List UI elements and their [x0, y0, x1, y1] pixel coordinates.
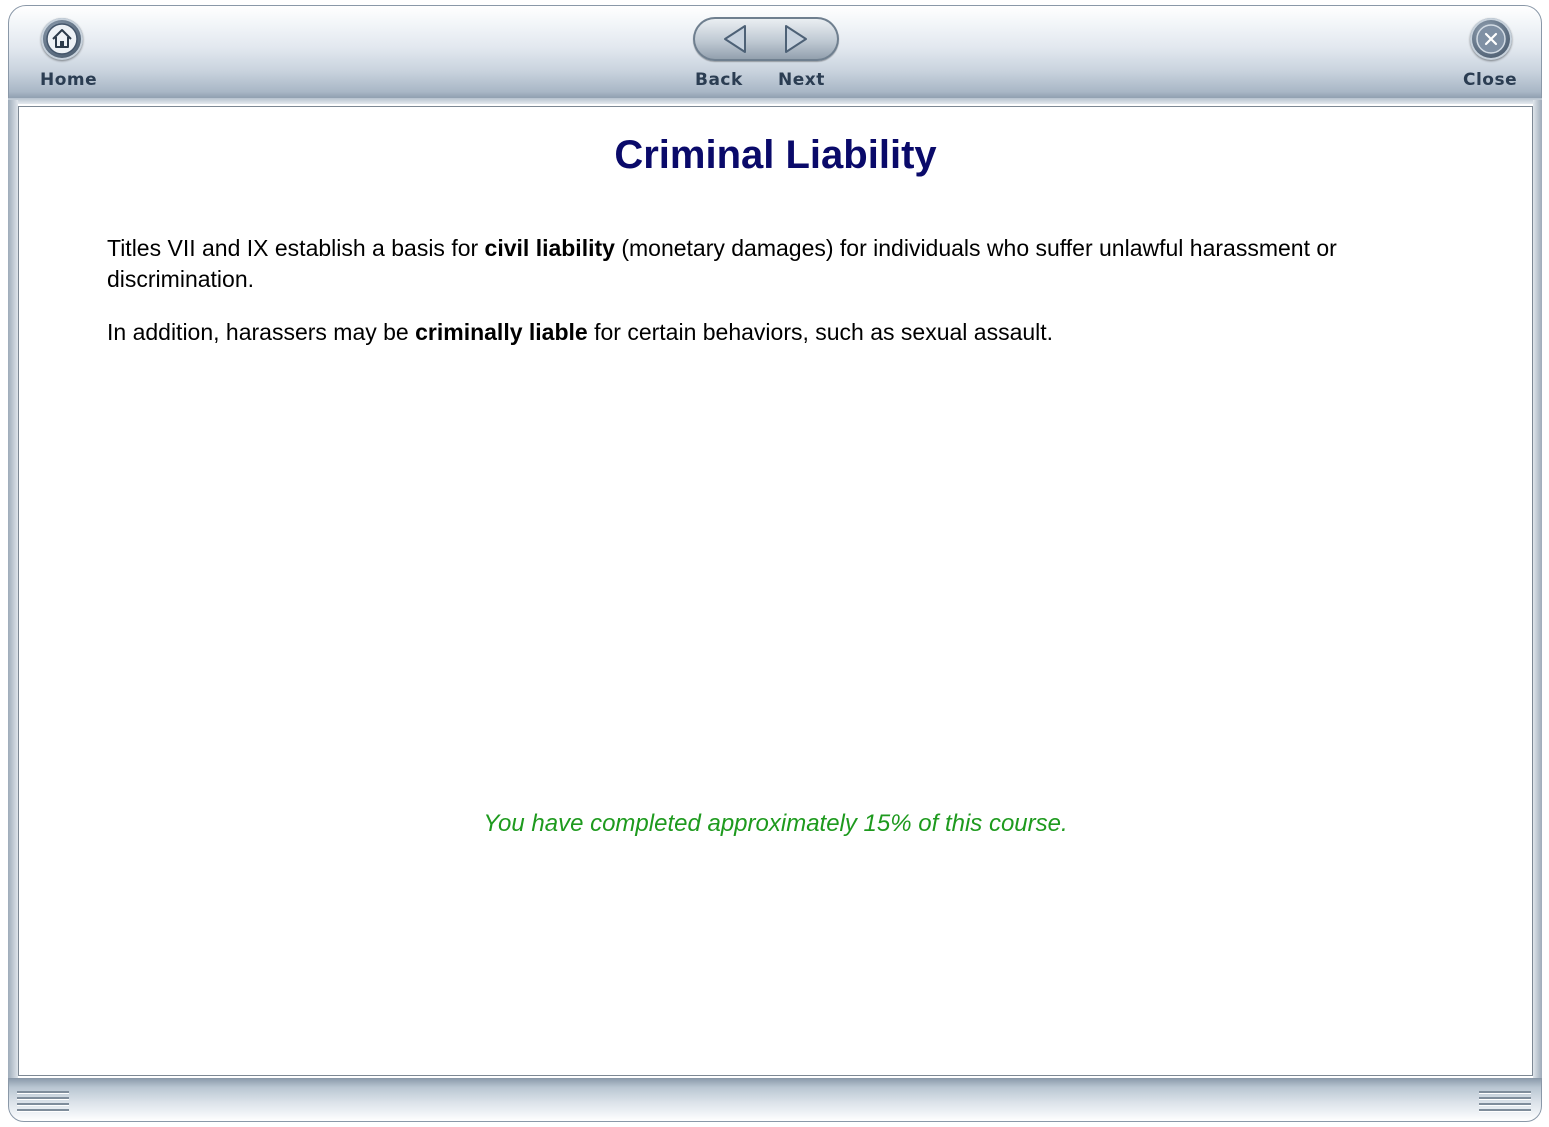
resize-grip-right-icon[interactable] [1479, 1091, 1531, 1117]
close-icon [1476, 24, 1506, 54]
nav-pill [693, 17, 839, 61]
paragraph2-bold-term: criminally liable [415, 319, 588, 345]
paragraph-civil-liability: Titles VII and IX establish a basis for … [107, 233, 1452, 295]
back-label[interactable]: Back [695, 70, 743, 90]
left-frame-edge [8, 100, 18, 1080]
paragraph2-text-before: In addition, harassers may be [107, 319, 416, 345]
paragraph1-bold-term: civil liability [484, 235, 615, 261]
home-label[interactable]: Home [40, 70, 97, 90]
top-toolbar: Home Back Next Close [8, 5, 1542, 100]
next-button[interactable] [766, 17, 839, 61]
arrow-left-icon [724, 25, 746, 53]
resize-grip-left-icon[interactable] [17, 1091, 69, 1117]
arrow-right-icon [785, 25, 807, 53]
paragraph-criminal-liability: In addition, harassers may be criminally… [107, 317, 1452, 348]
body-text: Titles VII and IX establish a basis for … [107, 233, 1452, 370]
bottom-bar [8, 1078, 1542, 1122]
home-button[interactable] [41, 18, 83, 60]
close-label[interactable]: Close [1463, 70, 1517, 90]
page-title: Criminal Liability [614, 133, 937, 177]
paragraph1-text-before: Titles VII and IX establish a basis for [107, 235, 485, 261]
course-progress-text: You have completed approximately 15% of … [483, 810, 1068, 837]
next-label[interactable]: Next [778, 70, 825, 90]
close-button[interactable] [1470, 18, 1512, 60]
paragraph2-text-after: for certain behaviors, such as sexual as… [587, 319, 1054, 345]
home-icon [46, 23, 78, 55]
content-panel: Criminal Liability Titles VII and IX est… [18, 106, 1533, 1076]
back-button[interactable] [693, 17, 766, 61]
right-frame-edge [1533, 100, 1542, 1080]
toolbar-divider [8, 98, 1542, 104]
course-window: Home Back Next Close Criminal Liability … [0, 0, 1549, 1127]
